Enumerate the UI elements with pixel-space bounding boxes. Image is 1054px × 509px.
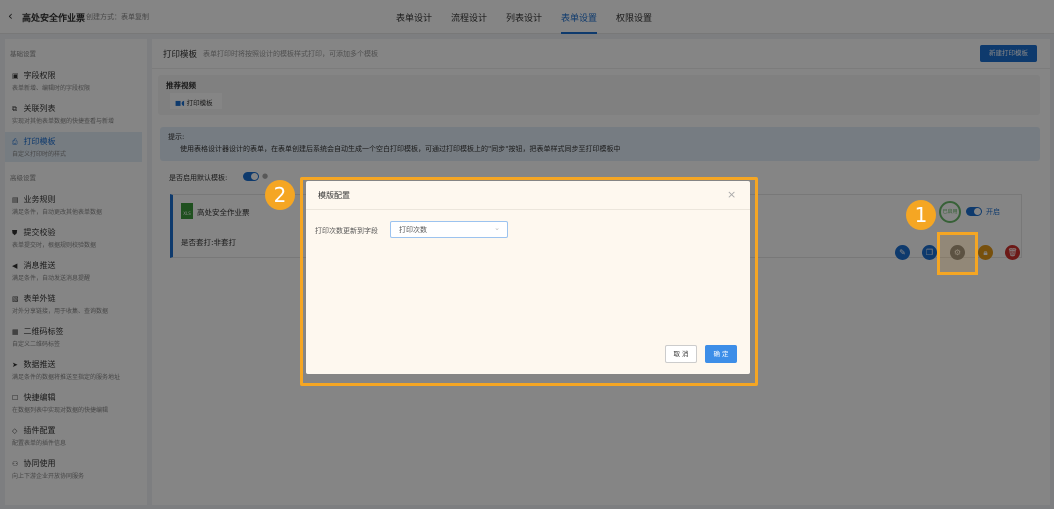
cancel-button[interactable]: 取 消 [665, 345, 697, 363]
ok-button[interactable]: 确 定 [705, 345, 737, 363]
chevron-down-icon: ⌄ [494, 224, 500, 232]
close-icon[interactable]: × [727, 188, 736, 201]
template-config-modal: 模版配置 × 打印次数更新到字段 打印次数 ⌄ 取 消 确 定 [306, 181, 750, 374]
field-select-value: 打印次数 [399, 226, 427, 234]
modal-title: 模版配置 [318, 191, 350, 200]
gear-highlight [937, 232, 978, 275]
field-label: 打印次数更新到字段 [315, 227, 378, 235]
field-select[interactable]: 打印次数 ⌄ [390, 221, 508, 238]
step-1-badge: 1 [906, 200, 936, 230]
step-2-badge: 2 [265, 180, 295, 210]
